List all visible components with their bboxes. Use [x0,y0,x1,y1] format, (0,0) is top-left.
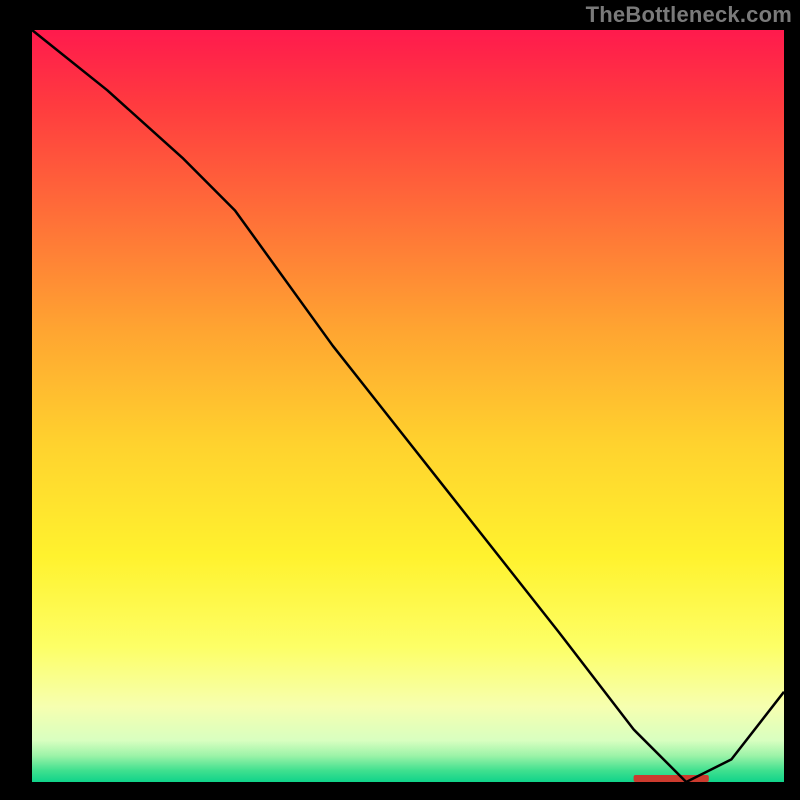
bottleneck-chart [0,0,800,800]
plot-background [32,30,784,782]
chart-stage: { "watermark": "TheBottleneck.com", "cha… [0,0,800,800]
